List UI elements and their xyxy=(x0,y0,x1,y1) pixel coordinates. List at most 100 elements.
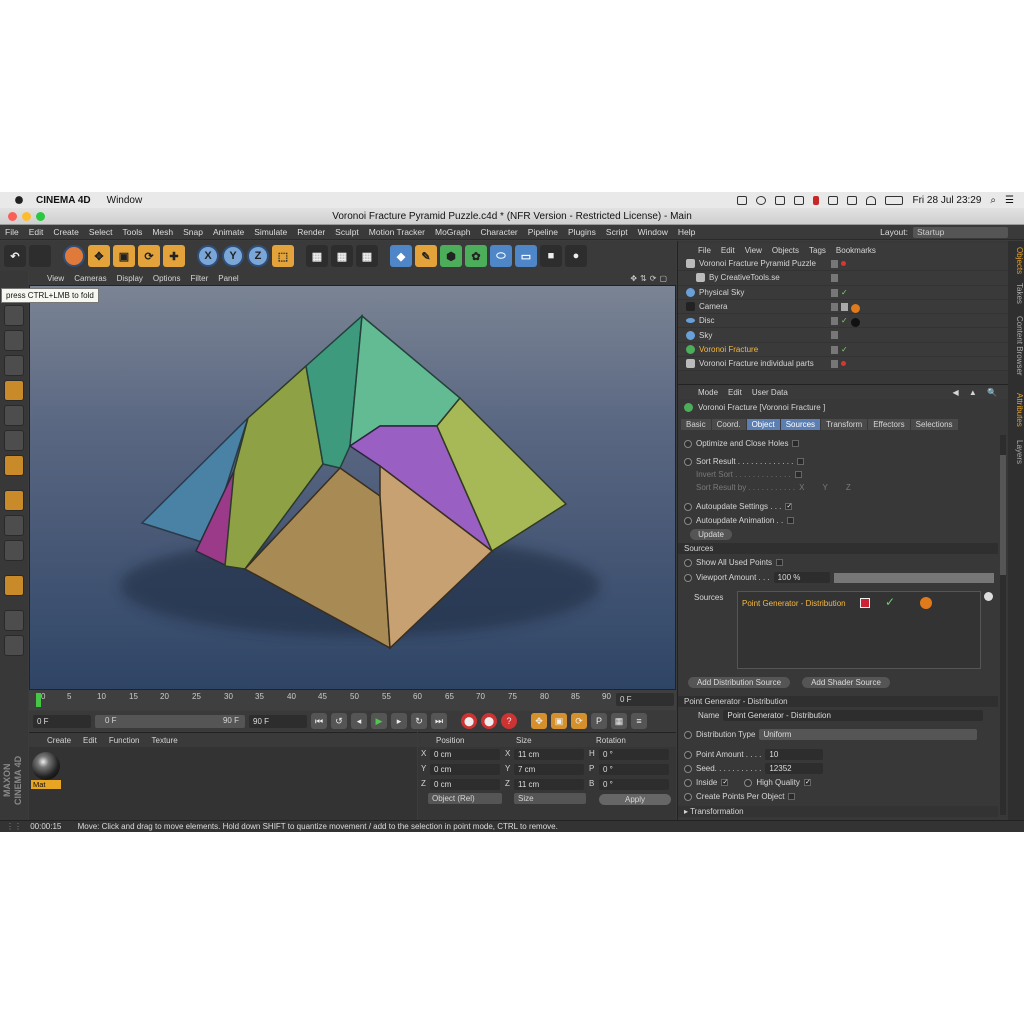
viewport-amount-radio[interactable] xyxy=(684,573,692,582)
seed-radio[interactable] xyxy=(684,764,692,773)
y-axis-lock-icon[interactable]: Y xyxy=(222,245,244,267)
apply-button[interactable]: Apply xyxy=(599,794,671,805)
coordinate-system-icon[interactable]: ⬚ xyxy=(272,245,294,267)
sort-y-option[interactable]: Y xyxy=(822,483,827,492)
render-view-icon[interactable]: ▦ xyxy=(306,245,328,267)
create-points-radio[interactable] xyxy=(684,792,692,801)
objects-menu-tags[interactable]: Tags xyxy=(809,246,826,255)
add-distribution-source-button[interactable]: Add Distribution Source xyxy=(688,677,790,688)
key-rotation-icon[interactable]: ⟳ xyxy=(571,713,587,729)
keyframe-selection-icon[interactable]: ? xyxy=(501,713,517,729)
menu-character[interactable]: Character xyxy=(475,227,522,237)
objects-menu-file[interactable]: File xyxy=(698,246,711,255)
sort-x-option[interactable]: X xyxy=(799,483,804,492)
side-tab-takes[interactable]: Takes xyxy=(1008,279,1024,307)
enabled-check[interactable]: ✓ xyxy=(841,288,848,297)
texture-mode-icon[interactable] xyxy=(4,355,24,376)
sort-result-checkbox[interactable] xyxy=(797,458,805,465)
solo-mode-icon[interactable] xyxy=(4,540,24,561)
key-pla-icon[interactable]: ▦ xyxy=(611,713,627,729)
timeline[interactable]: 0 5 10 15 20 25 30 35 40 45 50 55 60 65 … xyxy=(29,690,676,710)
wifi-icon[interactable] xyxy=(866,195,877,205)
menu-snap[interactable]: Snap xyxy=(178,227,208,237)
side-tab-objects[interactable]: Objects xyxy=(1008,245,1024,277)
array-generator-icon[interactable]: ✿ xyxy=(465,245,487,267)
enabled-check[interactable]: ✓ xyxy=(841,345,848,354)
objects-menu-objects[interactable]: Objects xyxy=(772,246,799,255)
object-row[interactable]: Disc ✓ xyxy=(678,314,1009,329)
seed-field[interactable]: 12352 xyxy=(765,763,824,774)
inside-radio[interactable] xyxy=(684,778,692,787)
viewport-menu-options[interactable]: Options xyxy=(153,274,181,283)
x-axis-lock-icon[interactable]: X xyxy=(197,245,219,267)
point-amount-radio[interactable] xyxy=(684,750,692,759)
notification-icon[interactable]: ☰ xyxy=(1005,195,1014,206)
zoom-window-icon[interactable] xyxy=(36,212,45,221)
menu-mograph[interactable]: MoGraph xyxy=(430,227,475,237)
visibility-toggle[interactable] xyxy=(831,274,838,283)
key-scale-icon[interactable]: ▣ xyxy=(551,713,567,729)
z-axis-lock-icon[interactable]: Z xyxy=(247,245,269,267)
attr-nav-icons[interactable]: ◀ ▲ 🔍 xyxy=(953,388,1001,397)
menu-pipeline[interactable]: Pipeline xyxy=(523,227,563,237)
material-menu-texture[interactable]: Texture xyxy=(152,736,178,745)
timeline-ruler[interactable]: 0 5 10 15 20 25 30 35 40 45 50 55 60 65 … xyxy=(35,690,615,710)
enabled-check[interactable]: ✓ xyxy=(841,317,848,327)
workplane-lock-icon[interactable] xyxy=(4,610,24,631)
show-all-checkbox[interactable] xyxy=(776,559,784,566)
go-to-end-icon[interactable]: ⏭ xyxy=(431,713,447,729)
recent-tools-icon[interactable]: ✚ xyxy=(163,245,185,267)
preview-range-slider[interactable]: 0 F 90 F xyxy=(95,714,245,728)
point-amount-field[interactable]: 10 xyxy=(765,749,824,760)
autoupdate-settings-checkbox[interactable]: ✓ xyxy=(785,503,793,510)
material-menu-create[interactable]: Create xyxy=(47,736,71,745)
sync-icon[interactable] xyxy=(775,195,786,205)
menu-mesh[interactable]: Mesh xyxy=(147,227,178,237)
render-flag-icon[interactable] xyxy=(841,261,846,266)
menu-create[interactable]: Create xyxy=(48,227,84,237)
tweak-mode-icon[interactable] xyxy=(4,515,24,536)
source-item-name[interactable]: Point Generator - Distribution xyxy=(742,599,846,608)
next-frame-icon[interactable]: ▸ xyxy=(391,713,407,729)
menu-plugins[interactable]: Plugins xyxy=(563,227,601,237)
optimize-radio[interactable] xyxy=(684,439,692,448)
tab-sources[interactable]: Sources xyxy=(780,419,821,430)
viewport-menu-view[interactable]: View xyxy=(47,274,64,283)
visibility-toggle[interactable] xyxy=(831,260,838,268)
3d-viewport[interactable] xyxy=(29,285,676,690)
viewport-menu-display[interactable]: Display xyxy=(117,274,143,283)
sources-section-header[interactable]: Sources xyxy=(678,543,998,554)
pos-x-field[interactable]: 0 cm xyxy=(430,749,500,760)
rot-b-field[interactable]: 0 ° xyxy=(599,779,669,790)
pos-z-field[interactable]: 0 cm xyxy=(430,779,500,790)
app-menu[interactable]: CINEMA 4D xyxy=(36,195,91,206)
points-mode-icon[interactable] xyxy=(4,405,24,426)
object-row[interactable]: By CreativeTools.se xyxy=(678,271,1009,286)
visibility-toggle[interactable] xyxy=(831,360,838,369)
undo-icon[interactable]: ↶ xyxy=(4,245,26,267)
rot-h-field[interactable]: 0 ° xyxy=(599,749,669,760)
inside-checkbox[interactable]: ✓ xyxy=(721,779,729,786)
visibility-toggle[interactable] xyxy=(831,345,838,354)
volume-icon[interactable] xyxy=(847,195,858,205)
clock[interactable]: Fri 28 Jul 23:29 xyxy=(912,195,981,206)
high-quality-checkbox[interactable]: ✓ xyxy=(803,779,811,786)
attr-menu-mode[interactable]: Mode xyxy=(698,388,718,397)
battery-icon[interactable] xyxy=(885,195,904,205)
play-icon[interactable]: ▶ xyxy=(371,713,387,729)
objects-menu-bookmarks[interactable]: Bookmarks xyxy=(836,246,876,255)
go-to-start-icon[interactable]: ⏮ xyxy=(311,713,327,729)
sources-list[interactable]: Point Generator - Distribution ✓ xyxy=(737,591,981,669)
apple-icon[interactable] xyxy=(15,196,23,204)
axis-mode-icon[interactable] xyxy=(4,490,24,511)
key-parameter-icon[interactable]: P xyxy=(591,713,607,729)
previous-key-icon[interactable]: ↺ xyxy=(331,713,347,729)
render-settings-icon[interactable]: ▦ xyxy=(356,245,378,267)
viewport-menu-cameras[interactable]: Cameras xyxy=(74,274,106,283)
sort-result-radio[interactable] xyxy=(684,457,692,466)
pen-spline-icon[interactable]: ✎ xyxy=(415,245,437,267)
add-shader-source-button[interactable]: Add Shader Source xyxy=(802,677,890,688)
edges-mode-icon[interactable] xyxy=(4,430,24,451)
next-key-icon[interactable]: ↻ xyxy=(411,713,427,729)
make-editable-icon[interactable] xyxy=(4,305,24,326)
